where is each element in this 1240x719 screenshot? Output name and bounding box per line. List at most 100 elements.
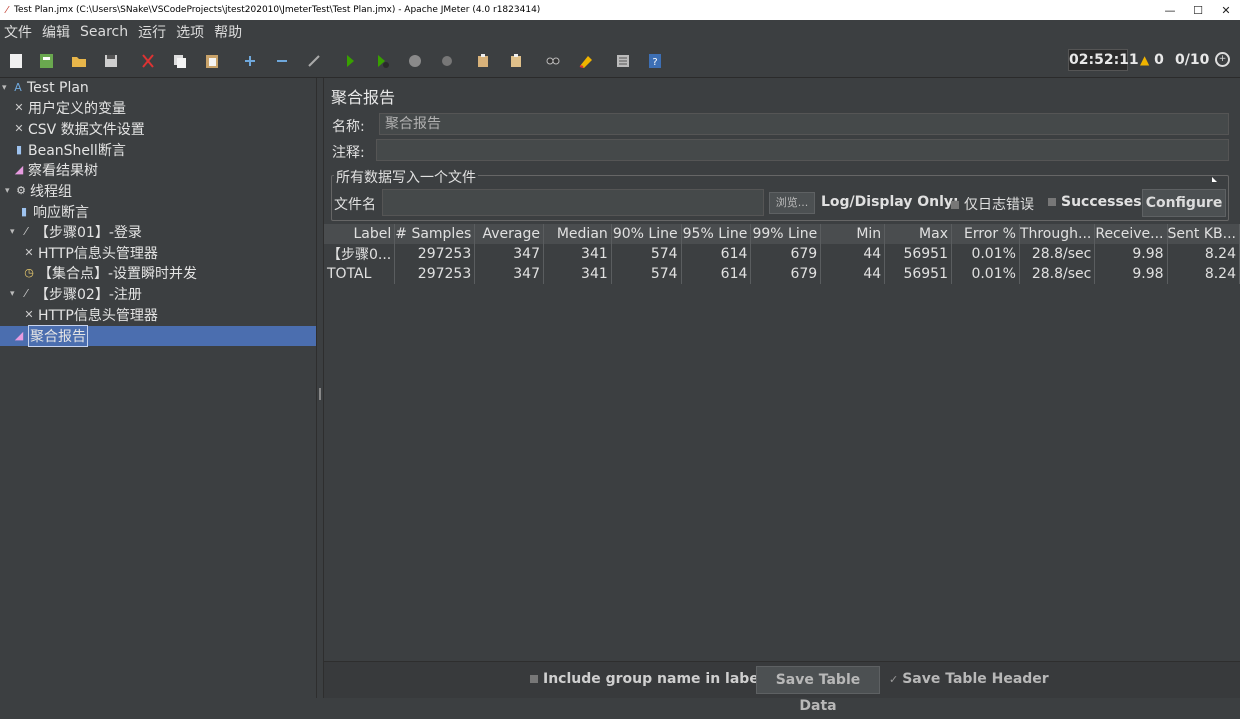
toolbar: ?	[0, 44, 1240, 78]
errors-only-checkbox[interactable]	[951, 201, 959, 209]
tree-node-thread-group[interactable]: ▾ ⚙ 线程组	[5, 181, 72, 201]
tree-node-label: BeanShell断言	[28, 143, 126, 159]
close-icon[interactable]: ✕	[1212, 4, 1240, 17]
tree-node-csv[interactable]: ✕ CSV 数据文件设置	[13, 119, 144, 139]
include-group-checkbox[interactable]	[530, 675, 538, 683]
aggregate-report-panel: 聚合报告 名称: 聚合报告 注释: 所有数据写入一个文件 文件名 浏览... L…	[324, 78, 1240, 714]
filename-field[interactable]	[382, 189, 764, 216]
toggle-icon[interactable]	[304, 52, 324, 70]
search-icon[interactable]	[543, 52, 563, 70]
start-no-pause-icon[interactable]	[372, 52, 392, 70]
tree-expand-arrow[interactable]: ▾	[10, 289, 20, 299]
name-field[interactable]: 聚合报告	[379, 113, 1229, 135]
menu-help[interactable]: 帮助	[214, 22, 242, 42]
start-icon[interactable]	[340, 52, 360, 70]
tree-node-test-plan[interactable]: ▾ A Test Plan	[2, 78, 89, 98]
cut-icon[interactable]	[138, 52, 158, 70]
table-header-row: Label # Samples Average Median 90% Line …	[324, 224, 1240, 244]
paste-icon[interactable]	[202, 52, 222, 70]
tree-expand-arrow[interactable]: ▾	[5, 186, 15, 196]
menu-edit[interactable]: 编辑	[42, 22, 70, 42]
cell-received: 9.98	[1094, 264, 1168, 284]
col-90-line[interactable]: 90% Line	[611, 224, 682, 244]
expand-icon[interactable]	[240, 52, 260, 70]
col-max[interactable]: Max	[884, 224, 952, 244]
help-icon[interactable]: ?	[645, 52, 665, 70]
menu-file[interactable]: 文件	[4, 22, 32, 42]
stop-icon[interactable]	[405, 52, 425, 70]
menu-options[interactable]: 选项	[176, 22, 204, 42]
cell-95-line: 614	[681, 244, 752, 264]
new-icon[interactable]	[6, 52, 26, 70]
tree-node-label: 【集合点】-设置瞬时并发	[38, 266, 198, 282]
menu-search[interactable]: Search	[80, 24, 128, 40]
col-average[interactable]: Average	[474, 224, 544, 244]
col-95-line[interactable]: 95% Line	[681, 224, 752, 244]
splitter-grip[interactable]	[319, 388, 321, 400]
tree-expand-arrow[interactable]: ▾	[10, 227, 20, 237]
tree-node-aggregate-report[interactable]: ◢ 聚合报告	[0, 325, 316, 347]
tree-node-header-manager-1[interactable]: ✕ HTTP信息头管理器	[23, 243, 157, 263]
copy-icon[interactable]	[170, 52, 190, 70]
col-error[interactable]: Error %	[951, 224, 1020, 244]
include-group-label: Include group name in label?	[543, 671, 772, 687]
col-label[interactable]: Label	[324, 224, 396, 244]
check-icon[interactable]: ✓	[889, 673, 898, 686]
clear-all-icon[interactable]	[506, 52, 526, 70]
browse-button[interactable]: 浏览...	[769, 192, 815, 214]
tree-node-label: 响应断言	[33, 205, 89, 221]
warning-indicator[interactable]: ▲ 0	[1140, 52, 1164, 68]
reset-search-icon[interactable]	[576, 52, 596, 70]
pane-splitter[interactable]	[316, 78, 324, 698]
minimize-icon[interactable]: —	[1156, 4, 1184, 17]
config-icon: ✕	[14, 101, 24, 114]
col-median[interactable]: Median	[543, 224, 612, 244]
col-received[interactable]: Receive...	[1094, 224, 1168, 244]
save-icon[interactable]	[101, 52, 121, 70]
col-min[interactable]: Min	[820, 224, 886, 244]
threadgroup-icon: ⚙	[16, 184, 26, 197]
tree-node-step01[interactable]: ▾ ⁄ 【步骤01】-登录	[10, 222, 142, 242]
table-row[interactable]: TOTAL 297253 347 341 574 614 679 44 5695…	[324, 264, 1240, 284]
tree-node-response-assert[interactable]: ▮ 响应断言	[18, 202, 89, 222]
transaction-icon: ⁄	[25, 225, 27, 238]
log-display-label: Log/Display Only:	[821, 194, 959, 210]
comment-field[interactable]	[376, 139, 1229, 161]
shutdown-icon[interactable]	[437, 52, 457, 70]
col-99-line[interactable]: 99% Line	[750, 224, 822, 244]
cell-sent: 8.24	[1167, 264, 1240, 284]
tree-node-step02[interactable]: ▾ ⁄ 【步骤02】-注册	[10, 284, 142, 304]
remote-globe-icon[interactable]: +	[1215, 52, 1230, 67]
svg-text:?: ?	[652, 57, 657, 68]
maximize-icon[interactable]: ☐	[1184, 4, 1212, 17]
collapse-icon[interactable]	[272, 52, 292, 70]
tree-node-rendezvous[interactable]: ◷ 【集合点】-设置瞬时并发	[23, 263, 197, 283]
tree-expand-arrow[interactable]: ▾	[2, 83, 12, 93]
successes-checkbox[interactable]	[1048, 198, 1056, 206]
open-icon[interactable]	[69, 52, 89, 70]
tree-node-user-vars[interactable]: ✕ 用户定义的变量	[13, 98, 126, 118]
include-group-option[interactable]: Include group name in label?	[530, 671, 772, 687]
successes-option[interactable]: Successes	[1048, 194, 1142, 210]
save-table-header-option[interactable]: ✓ Save Table Header	[889, 671, 1049, 687]
table-row[interactable]: 【步骤0... 297253 347 341 574 614 679 44 56…	[324, 244, 1240, 264]
col-sent[interactable]: Sent KB...	[1167, 224, 1240, 244]
configure-button[interactable]: Configure	[1142, 189, 1226, 217]
tree-node-label: 线程组	[30, 184, 72, 200]
cell-throughput: 28.8/sec	[1019, 244, 1096, 264]
save-table-data-button[interactable]: Save Table Data	[756, 666, 880, 714]
cell-average: 347	[474, 264, 544, 284]
errors-only-option[interactable]: 仅日志错误	[951, 194, 1034, 214]
tree-node-beanshell[interactable]: ▮ BeanShell断言	[13, 140, 126, 160]
tree-node-view-results[interactable]: ◢ 察看结果树	[13, 160, 98, 180]
tree-node-header-manager-2[interactable]: ✕ HTTP信息头管理器	[23, 305, 157, 325]
menu-run[interactable]: 运行	[138, 22, 166, 42]
templates-icon[interactable]	[37, 52, 57, 70]
warning-icon: ▲	[1140, 53, 1150, 67]
col-throughput[interactable]: Through...	[1019, 224, 1096, 244]
file-group-title: 所有数据写入一个文件	[334, 167, 478, 187]
function-helper-icon[interactable]	[613, 52, 633, 70]
clear-icon[interactable]	[473, 52, 493, 70]
col-samples[interactable]: # Samples	[394, 224, 476, 244]
save-table-header-label: Save Table Header	[902, 671, 1049, 687]
